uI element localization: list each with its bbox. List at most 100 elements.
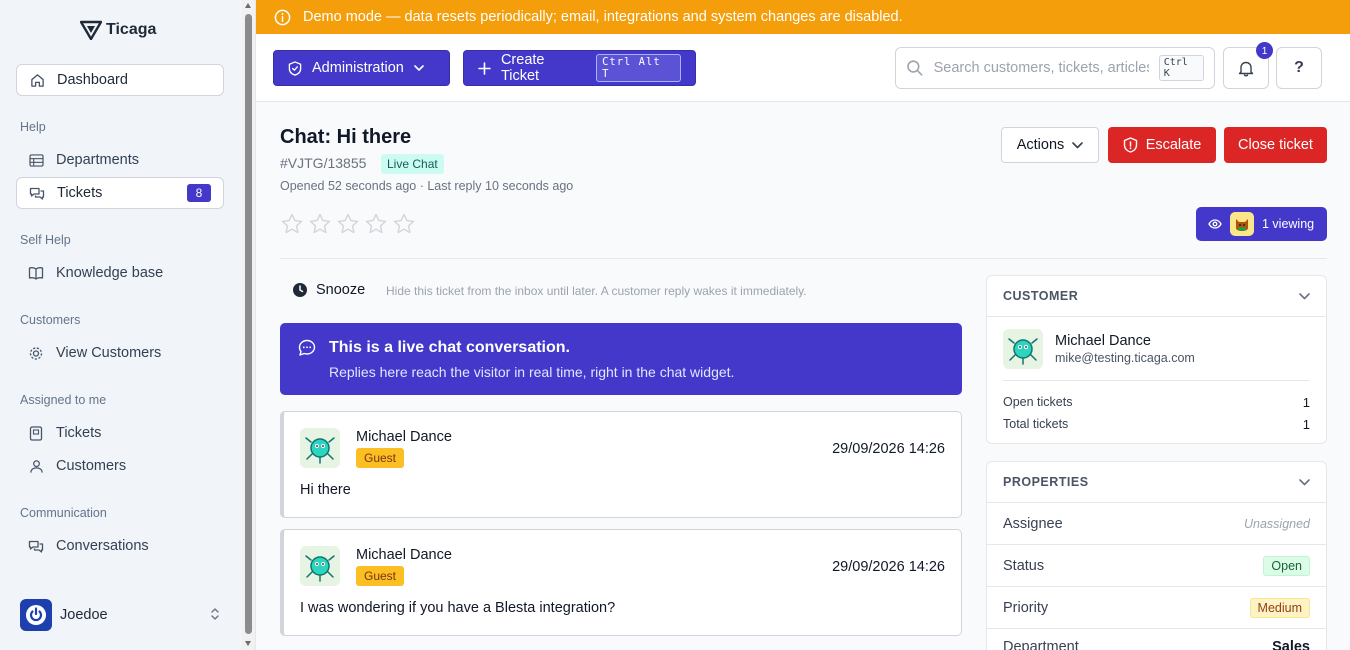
sidebar-item-view-customers[interactable]: View Customers: [16, 337, 224, 369]
escalate-label: Escalate: [1145, 137, 1202, 153]
search-input[interactable]: Search customers, tickets, articles Ctrl…: [895, 47, 1215, 89]
total-tickets-value: 1: [1302, 417, 1310, 432]
chevron-down-icon: [1299, 292, 1310, 299]
message-author: Michael Dance: [356, 429, 452, 445]
section-label-communication: Communication: [20, 506, 107, 520]
sidebar-item-label: Knowledge base: [56, 265, 164, 281]
chevron-down-icon: [1072, 141, 1084, 148]
rating-stars[interactable]: [280, 212, 416, 236]
message-author: Michael Dance: [356, 547, 452, 563]
create-ticket-label: Create Ticket: [500, 52, 545, 84]
actions-button[interactable]: Actions: [1001, 127, 1099, 163]
create-ticket-button[interactable]: Create Ticket Ctrl Alt T: [463, 50, 696, 86]
search-shortcut: Ctrl K: [1158, 55, 1204, 81]
open-tickets-value: 1: [1302, 395, 1310, 410]
app-logo[interactable]: Ticaga: [80, 20, 156, 40]
sidebar: Ticaga Dashboard Help Departments Ticket…: [0, 0, 242, 650]
priority-label: Priority: [1003, 599, 1049, 616]
department-label: Department: [1003, 639, 1079, 650]
customer-card: CUSTOMER Michael Dance mike@testing.tica…: [986, 275, 1327, 444]
sidebar-item-tickets[interactable]: Tickets 8: [16, 177, 224, 209]
ticaga-logo-icon: [80, 20, 102, 40]
users-gear-icon: [28, 345, 44, 361]
customer-summary[interactable]: Michael Dance mike@testing.ticaga.com: [1003, 329, 1195, 369]
department-value: Sales: [1272, 639, 1310, 650]
total-tickets-row: Total tickets 1: [1003, 417, 1310, 432]
power-icon: [26, 605, 46, 625]
shield-alert-icon: [1123, 137, 1137, 153]
bell-icon: [1238, 61, 1254, 76]
sidebar-item-label: Tickets: [56, 425, 102, 441]
help-button[interactable]: ?: [1276, 47, 1322, 89]
department-row[interactable]: Department Sales: [987, 629, 1326, 650]
avatar: [300, 428, 340, 468]
scroll-down-arrow-icon[interactable]: [245, 641, 251, 646]
viewer-avatar: [1230, 212, 1254, 236]
escalate-button[interactable]: Escalate: [1108, 127, 1216, 163]
user-menu[interactable]: Joedoe: [20, 598, 220, 632]
sidebar-item-conversations[interactable]: Conversations: [16, 530, 224, 562]
tickets-count-badge: 8: [187, 184, 211, 202]
sidebar-item-assigned-tickets[interactable]: Tickets: [16, 417, 224, 449]
close-ticket-button[interactable]: Close ticket: [1224, 127, 1327, 163]
message-time: 29/09/2026 14:26: [832, 441, 945, 457]
user-name: Joedoe: [60, 607, 108, 623]
status-badge: Open: [1263, 555, 1310, 576]
chevron-up-down-icon: [210, 607, 220, 624]
avatar: [300, 546, 340, 586]
assignee-row[interactable]: Assignee Unassigned: [987, 503, 1326, 545]
book-open-icon: [28, 265, 44, 281]
section-label-customers: Customers: [20, 313, 81, 327]
sidebar-item-knowledge-base[interactable]: Knowledge base: [16, 257, 224, 289]
snooze-label: Snooze: [316, 282, 366, 298]
create-ticket-shortcut: Ctrl Alt T: [596, 54, 682, 82]
sidebar-item-departments[interactable]: Departments: [16, 144, 224, 176]
chevron-down-icon: [414, 64, 424, 71]
properties-card-header[interactable]: PROPERTIES: [987, 462, 1326, 503]
snooze-button[interactable]: Snooze: [292, 282, 365, 298]
demo-banner-text: Demo mode — data resets periodically; em…: [303, 9, 903, 25]
home-icon: [29, 72, 45, 88]
star-icon[interactable]: [336, 212, 360, 236]
section-label-self-help: Self Help: [20, 233, 71, 247]
star-icon[interactable]: [280, 212, 304, 236]
star-icon[interactable]: [364, 212, 388, 236]
priority-row[interactable]: Priority Medium: [987, 587, 1326, 629]
sidebar-scrollbar[interactable]: [242, 0, 255, 650]
sidebar-item-label: View Customers: [56, 345, 162, 361]
status-row[interactable]: Status Open: [987, 545, 1326, 587]
search-placeholder: Search customers, tickets, articles: [933, 60, 1149, 76]
customer-name: Michael Dance: [1055, 333, 1151, 349]
message-card: Michael Dance Guest 29/09/2026 14:26 Hi …: [280, 411, 962, 518]
open-tickets-row: Open tickets 1: [1003, 395, 1310, 410]
scroll-up-arrow-icon[interactable]: [245, 3, 251, 8]
divider: [1003, 380, 1310, 381]
plus-icon: [478, 61, 491, 75]
header-divider: [280, 258, 1327, 259]
chat-bubbles-icon: [29, 185, 45, 201]
administration-button[interactable]: Administration: [273, 50, 450, 86]
monster-avatar-icon: [305, 555, 335, 582]
status-label: Status: [1003, 557, 1045, 574]
sidebar-item-dashboard[interactable]: Dashboard: [16, 64, 224, 96]
ticket-icon: [28, 425, 44, 441]
star-icon[interactable]: [308, 212, 332, 236]
close-ticket-label: Close ticket: [1238, 137, 1313, 153]
ticket-id: #VJTG/13855: [280, 155, 367, 171]
scrollbar-thumb[interactable]: [245, 14, 252, 634]
demo-banner: Demo mode — data resets periodically; em…: [256, 0, 1350, 34]
notifications-count-badge: 1: [1256, 42, 1273, 59]
chat-bubbles-icon: [28, 538, 44, 554]
total-tickets-label: Total tickets: [1003, 417, 1069, 431]
live-chat-notice-description: Replies here reach the visitor in real t…: [329, 364, 735, 380]
viewers-indicator[interactable]: 1 viewing: [1196, 207, 1327, 241]
monster-avatar-icon: [1008, 338, 1038, 365]
chevron-down-icon: [1299, 478, 1310, 485]
assignee-label: Assignee: [1003, 515, 1063, 532]
sidebar-item-assigned-customers[interactable]: Customers: [16, 450, 224, 482]
sidebar-item-label: Tickets: [57, 185, 103, 201]
properties-card-title: PROPERTIES: [1003, 475, 1089, 489]
customer-email: mike@testing.ticaga.com: [1055, 351, 1195, 365]
customer-card-header[interactable]: CUSTOMER: [987, 276, 1326, 317]
star-icon[interactable]: [392, 212, 416, 236]
